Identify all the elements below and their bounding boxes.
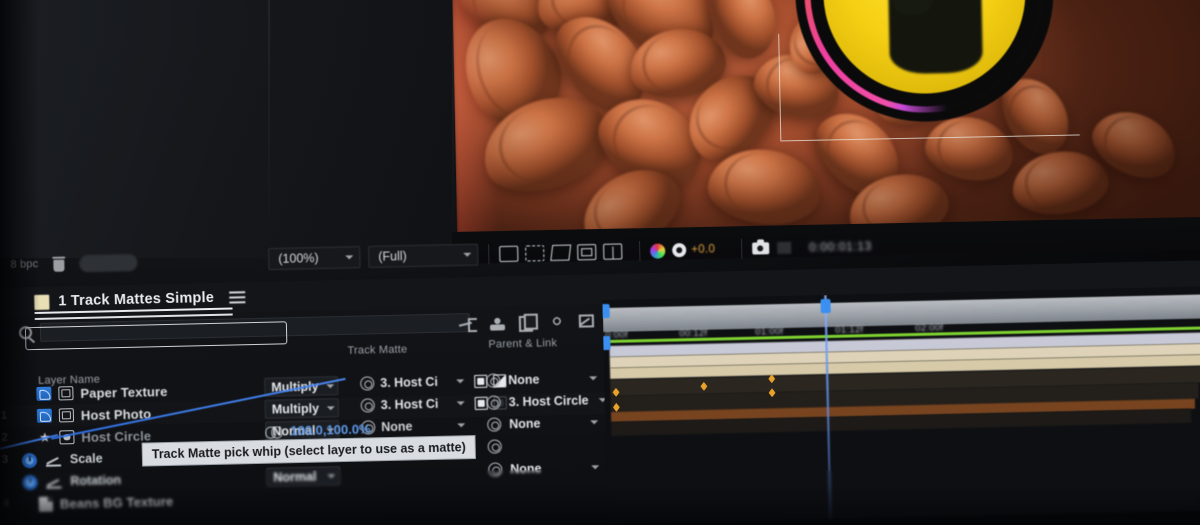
- layer-index: 1: [0, 409, 8, 422]
- toolbar-pill-button[interactable]: [79, 253, 138, 272]
- layer-index: 3: [1, 453, 9, 466]
- panel-divider-1: [268, 0, 270, 252]
- resolution-dropdown[interactable]: (Full): [368, 243, 479, 268]
- pick-whip-icon[interactable]: [459, 315, 476, 330]
- track-matte-cell[interactable]: None: [361, 418, 466, 435]
- parent-value: None: [510, 461, 542, 477]
- stopwatch-icon[interactable]: [21, 452, 38, 468]
- layer-type-icon: [36, 386, 52, 401]
- magnification-dropdown[interactable]: (100%): [268, 246, 361, 271]
- trash-icon[interactable]: [52, 256, 65, 271]
- parent-link-cell[interactable]: None: [487, 415, 599, 432]
- playhead-handle[interactable]: [820, 298, 831, 314]
- work-area-start-handle[interactable]: [602, 335, 611, 351]
- chevron-down-icon[interactable]: [457, 423, 466, 428]
- chevron-down-icon[interactable]: [590, 420, 599, 425]
- timeline-switch-icons: [459, 310, 595, 332]
- property-graph-icon[interactable]: [46, 475, 61, 488]
- column-header-parent-link: Parent & Link: [488, 337, 558, 351]
- parent-link-cell[interactable]: 3. Host Circle: [486, 393, 607, 410]
- composition-viewer[interactable]: [452, 0, 1200, 250]
- property-name[interactable]: Rotation: [70, 473, 121, 488]
- layer-index: 4: [2, 497, 10, 510]
- toggle-mask-shape-visibility-button[interactable]: [525, 245, 545, 262]
- track-matte-value: 3. Host Ci: [380, 396, 439, 413]
- toggle-transparency-grid-button[interactable]: [499, 245, 519, 263]
- toolbar-divider-2: [639, 241, 641, 262]
- camera-snapshot-icon[interactable]: [751, 242, 770, 255]
- layer-type-icon: [38, 496, 54, 512]
- shy-layers-icon[interactable]: [488, 314, 507, 331]
- timeline-graph-area[interactable]: 0:00f 00:12f 01:00f 01:12f 02:00f: [602, 286, 1200, 525]
- exposure-value[interactable]: +0.0: [691, 243, 715, 256]
- chevron-down-icon[interactable]: [591, 465, 600, 470]
- viewer-toolbar-left: 8 bpc: [0, 251, 268, 274]
- chevron-down-icon: [345, 255, 354, 260]
- show-snapshot-icon[interactable]: [776, 241, 792, 255]
- blend-mode-dropdown[interactable]: Multiply: [264, 398, 340, 419]
- parent-pick-whip-icon[interactable]: [487, 417, 502, 432]
- color-depth-label[interactable]: 8 bpc: [10, 258, 38, 271]
- parent-value: None: [508, 372, 540, 388]
- parent-pick-whip-icon[interactable]: [488, 462, 503, 477]
- frame-blending-icon[interactable]: [519, 314, 536, 329]
- toggle-pixel-aspect-correction-button[interactable]: [603, 243, 623, 260]
- blend-mode-value: Normal: [273, 469, 317, 485]
- time-start-handle[interactable]: [602, 303, 610, 319]
- chevron-down-icon: [327, 473, 336, 478]
- chevron-down-icon: [463, 252, 472, 257]
- panel-menu-icon[interactable]: [228, 291, 246, 304]
- screenshot-root: 8 bpc (100%) (Full) +0.0 0:00:01:13 1 Tr…: [0, 0, 1200, 525]
- parent-pick-whip-icon[interactable]: [486, 395, 501, 410]
- toggle-view-layout-button[interactable]: [550, 244, 572, 261]
- link-chain-icon[interactable]: [265, 426, 282, 436]
- property-graph-icon[interactable]: [46, 453, 61, 466]
- scale-property-value-row[interactable]: 100.0,100.0%: [265, 421, 371, 438]
- resolution-value: (Full): [378, 249, 407, 264]
- parent-link-cell[interactable]: [487, 439, 502, 454]
- layer-name[interactable]: Paper Texture: [80, 384, 167, 401]
- property-name[interactable]: Scale: [70, 451, 103, 466]
- magnification-value: (100%): [278, 251, 319, 266]
- timeline-panel: × 1 Track Mattes Simple Layer N: [0, 260, 1200, 525]
- toolbar-divider-3: [740, 238, 743, 259]
- blend-mode-dropdown[interactable]: Normal: [266, 466, 341, 487]
- stopwatch-icon[interactable]: [22, 474, 38, 490]
- parent-value: 3. Host Circle: [508, 393, 589, 410]
- composition-swatch-icon: [34, 294, 50, 310]
- track-matte-pick-whip-icon[interactable]: [360, 398, 375, 413]
- track-matte-value: 3. Host Ci: [380, 374, 439, 391]
- chevron-down-icon: [326, 383, 335, 388]
- layer-thumbnail-icon: [58, 408, 75, 423]
- channel-color-wheel-icon[interactable]: [650, 242, 666, 259]
- track-matte-value: None: [381, 419, 413, 435]
- parent-link-cell[interactable]: None: [486, 371, 598, 388]
- chevron-down-icon[interactable]: [456, 401, 465, 406]
- motion-blur-icon[interactable]: [546, 310, 568, 332]
- layer-type-icon: [36, 408, 53, 423]
- layer-thumbnail-icon: [58, 386, 74, 401]
- toolbar-divider: [488, 244, 490, 265]
- region-of-interest-button[interactable]: [577, 243, 597, 261]
- column-header-track-matte: Track Matte: [347, 343, 408, 357]
- scale-value[interactable]: 100.0,100.0%: [290, 421, 371, 438]
- layer-name[interactable]: Beans BG Texture: [60, 493, 174, 511]
- parent-pick-whip-icon[interactable]: [486, 373, 501, 388]
- parent-pick-whip-icon[interactable]: [487, 439, 502, 454]
- exposure-aperture-icon[interactable]: [672, 243, 687, 258]
- chevron-down-icon: [326, 405, 336, 410]
- left-panels-background: [0, 0, 470, 258]
- blend-mode-value: Multiply: [271, 401, 320, 417]
- parent-link-cell[interactable]: None: [488, 460, 600, 477]
- parent-value: None: [509, 416, 541, 432]
- chevron-down-icon[interactable]: [589, 376, 598, 381]
- composition-tab-title: 1 Track Mattes Simple: [58, 289, 215, 310]
- track-matte-pick-whip-icon[interactable]: [360, 376, 375, 391]
- layer-index: 2: [1, 431, 8, 444]
- graph-editor-icon[interactable]: [578, 313, 595, 328]
- viewer-timecode[interactable]: 0:00:01:13: [809, 239, 872, 254]
- chevron-down-icon[interactable]: [456, 379, 465, 384]
